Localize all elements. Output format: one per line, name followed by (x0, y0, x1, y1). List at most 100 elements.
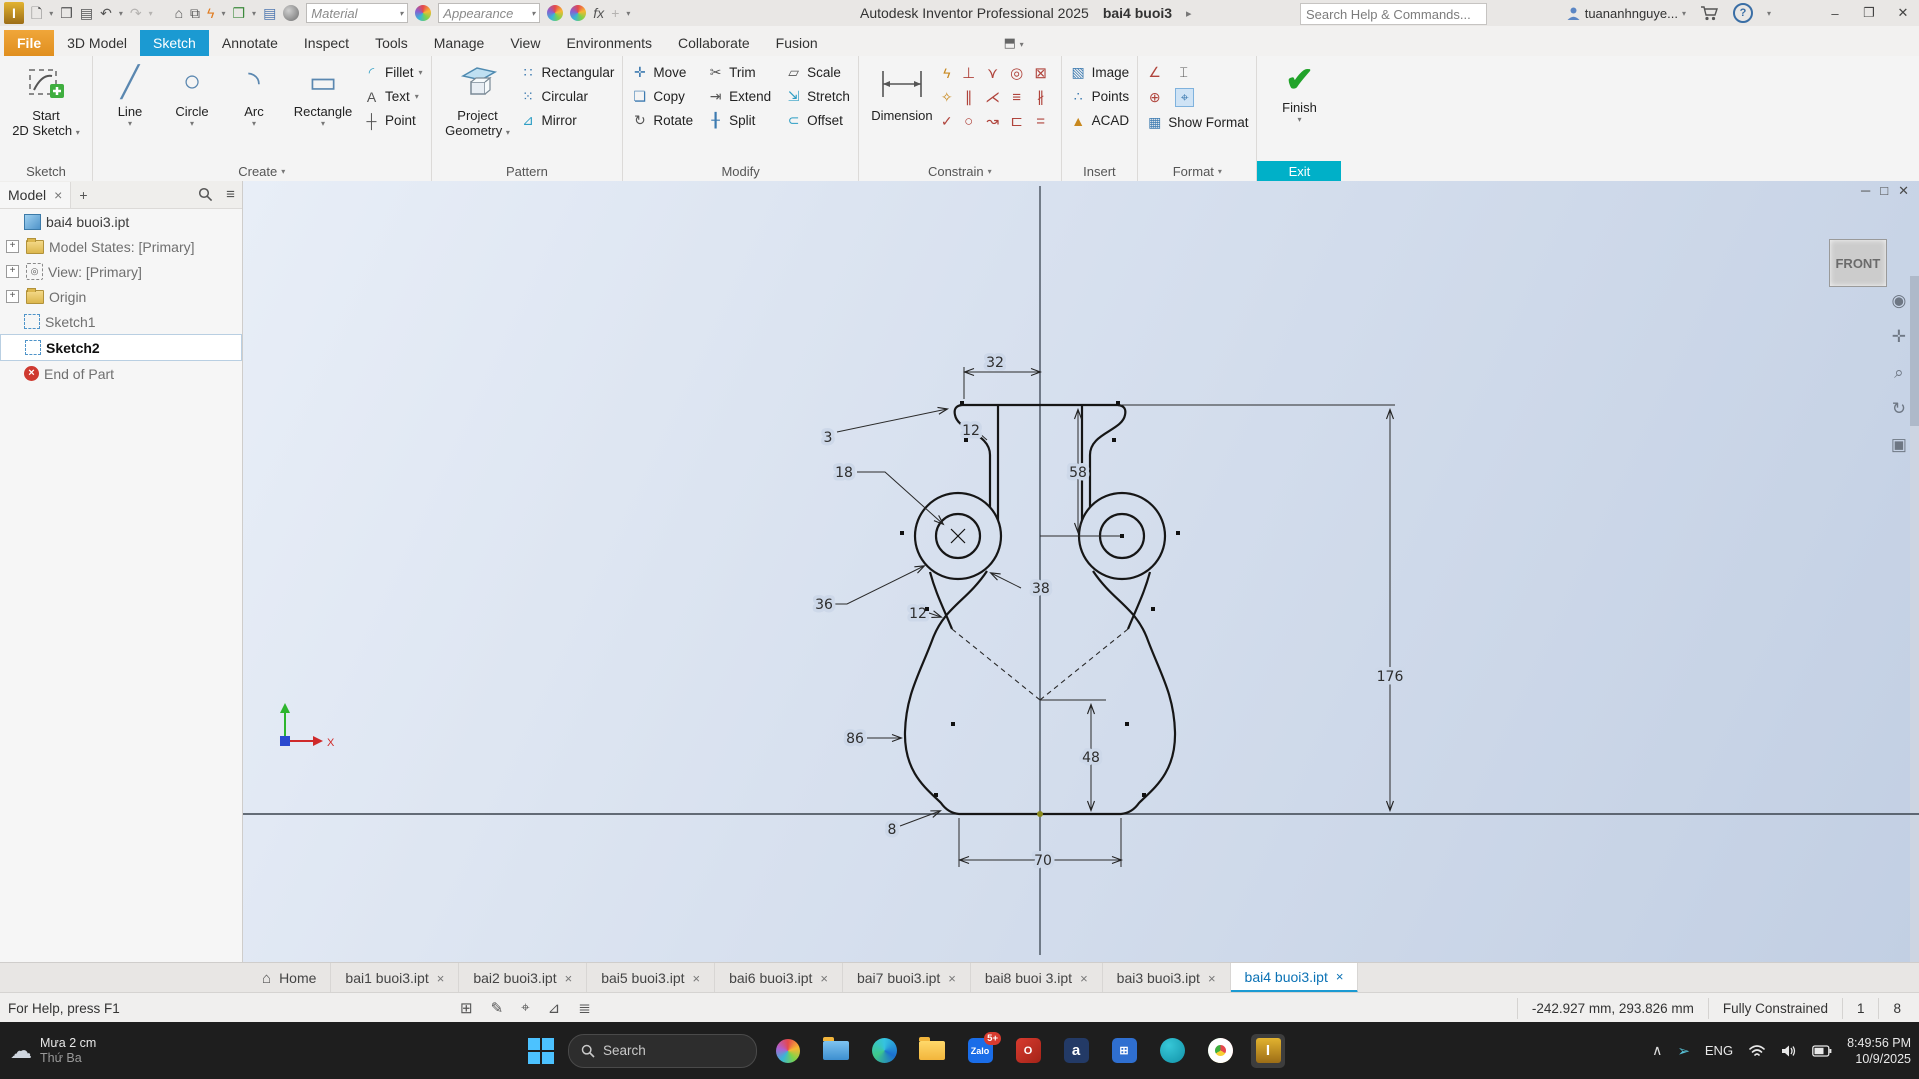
tab-close-icon[interactable]: × (820, 971, 828, 986)
start-button[interactable] (528, 1037, 554, 1064)
close-button[interactable]: ✕ (1893, 5, 1913, 21)
doctab-bai6[interactable]: bai6 buoi3.ipt × (715, 963, 843, 993)
tab-close-icon[interactable]: × (693, 971, 701, 986)
driven-dimension-icon[interactable]: ⌶ (1175, 64, 1192, 81)
circle-tool[interactable]: ○ Circle ▾ (163, 60, 221, 161)
dimension-48[interactable]: 48 (1078, 704, 1103, 810)
concentric-constraint-icon[interactable]: ◎ (1005, 62, 1029, 86)
text-tool[interactable]: A Text ▾ (363, 86, 423, 107)
tab-fusion[interactable]: Fusion (763, 30, 831, 56)
zalo-app-icon[interactable]: Zalo 5+ (963, 1031, 1001, 1068)
browser-item-sketch2[interactable]: Sketch2 (0, 334, 242, 361)
file-explorer-app-icon[interactable] (819, 1034, 853, 1068)
tab-annotate[interactable]: Annotate (209, 30, 291, 56)
constraint-settings-icon[interactable]: ✓ (941, 110, 953, 132)
tab-inspect[interactable]: Inspect (291, 30, 362, 56)
edge-app-icon[interactable] (867, 1034, 901, 1068)
adjust-appearance-icon[interactable] (547, 5, 564, 21)
mirror-tool[interactable]: ⊿ Mirror (520, 110, 615, 131)
slice-graphics-icon[interactable]: ⊿ (548, 999, 561, 1017)
inventor-app-icon[interactable]: I (1251, 1033, 1285, 1068)
collinear-constraint-icon[interactable]: ⋌ (981, 86, 1005, 110)
dimension-display-icon[interactable]: ≣ (578, 999, 591, 1017)
doctab-home[interactable]: ⌂ Home (248, 963, 332, 993)
rotate-tool[interactable]: ↻ Rotate (631, 110, 693, 131)
browser-item-origin[interactable]: + Origin (0, 284, 242, 309)
scale-tool[interactable]: ▱ Scale (785, 62, 850, 83)
switch-windows-icon[interactable]: ⧉ (190, 2, 200, 24)
copy-tool[interactable]: ❏ Copy (631, 86, 693, 107)
dimension-3[interactable]: 3 (820, 409, 946, 450)
panel-label-modify[interactable]: Modify (623, 161, 858, 181)
help-icon[interactable]: ? (1732, 3, 1753, 23)
trim-tool[interactable]: ✂ Trim (707, 62, 771, 83)
cart-icon[interactable] (1700, 5, 1719, 21)
help-caret-icon[interactable]: ▾ (1767, 9, 1771, 18)
clear-appearance-icon[interactable] (570, 5, 587, 21)
rectangle-tool[interactable]: ▭ Rectangle ▾ (287, 60, 359, 161)
tray-chevron-icon[interactable]: ∧ (1652, 1042, 1662, 1059)
home-icon[interactable]: ⌂ (175, 2, 183, 24)
browser-add-tab[interactable]: + (71, 187, 95, 203)
dimension-36[interactable]: 36 (811, 566, 924, 617)
dimension-176[interactable]: 176 (1118, 404, 1407, 810)
doctab-bai5[interactable]: bai5 buoi3.ipt × (587, 963, 716, 993)
auto-dimension-icon[interactable]: ϟ (941, 62, 953, 84)
battery-icon[interactable] (1812, 1044, 1832, 1057)
tab-view[interactable]: View (497, 30, 553, 56)
vertical-constraint-icon[interactable]: ∦ (1029, 86, 1053, 110)
store-app-icon[interactable]: ⊞ (1107, 1034, 1141, 1068)
account-menu[interactable]: tuananhnguye... ▾ (1566, 6, 1686, 21)
horizontal-constraint-icon[interactable]: ≡ (1005, 86, 1029, 110)
show-format-tool[interactable]: ▦ Show Format (1146, 112, 1248, 133)
offset-tool[interactable]: ⊂ Offset (785, 110, 850, 131)
tab-close-icon[interactable]: × (948, 971, 956, 986)
circle-center-cross[interactable] (950, 528, 966, 544)
symmetric-constraint-icon[interactable]: ⊏ (1005, 110, 1029, 134)
doctab-bai4-active[interactable]: bai4 buoi3.ipt × (1230, 963, 1359, 993)
construction-format-icon[interactable]: ∠ (1146, 64, 1163, 81)
smooth-constraint-icon[interactable]: ↝ (981, 110, 1005, 134)
move-tool[interactable]: ✛ Move (631, 62, 693, 83)
tab-3d-model[interactable]: 3D Model (54, 30, 140, 56)
undo-caret-icon[interactable]: ▾ (119, 9, 123, 18)
finish-sketch-button[interactable]: ✔ Finish ▾ (1265, 60, 1333, 161)
parameters-fx-icon[interactable]: fx (593, 2, 604, 24)
tab-manage[interactable]: Manage (421, 30, 498, 56)
browser-item-end-of-part[interactable]: × End of Part (0, 361, 242, 386)
doctab-bai3[interactable]: bai3 buoi3.ipt × (1103, 963, 1231, 993)
chrome-app-icon[interactable] (1203, 1034, 1237, 1068)
rectangular-pattern-tool[interactable]: ∷ Rectangular (520, 62, 615, 83)
tab-environments[interactable]: Environments (553, 30, 665, 56)
browser-item-view[interactable]: + ◎ View: [Primary] (0, 259, 242, 284)
arc-tool[interactable]: ◝ Arc ▾ (225, 60, 283, 161)
show-constraints-icon[interactable]: ✧ (941, 86, 953, 108)
dimension-8[interactable]: 8 (884, 811, 939, 842)
material-combo[interactable]: Material ▾ (306, 3, 409, 23)
browser-search-icon[interactable] (198, 187, 213, 202)
expander-icon[interactable]: + (6, 265, 19, 278)
split-tool[interactable]: ╂ Split (707, 110, 771, 131)
center-point-format-icon[interactable]: ⌖ (1175, 88, 1195, 107)
panel-label-exit[interactable]: Exit (1257, 161, 1342, 181)
title-arrow-icon[interactable]: ▸ (1186, 7, 1192, 20)
dimension-32[interactable]: 32 (964, 352, 1040, 399)
iproperties-icon[interactable]: ϟ (207, 2, 214, 24)
panel-label-pattern[interactable]: Pattern (432, 161, 623, 181)
browser-tab-close-icon[interactable]: × (54, 187, 62, 203)
office-app-icon[interactable]: O (1011, 1034, 1045, 1068)
panel-label-insert[interactable]: Insert (1062, 161, 1138, 181)
panel-label-sketch[interactable]: Sketch (0, 161, 92, 181)
sketch-edit-icon[interactable]: ✎ (491, 999, 504, 1017)
origin-point[interactable] (1036, 811, 1043, 817)
restore-button[interactable]: ❐ (1859, 5, 1879, 21)
doctab-bai1[interactable]: bai1 buoi3.ipt × (331, 963, 460, 993)
redo-caret-icon[interactable]: ▾ (149, 9, 153, 18)
tab-collaborate[interactable]: Collaborate (665, 30, 763, 56)
tangent-constraint-icon[interactable]: ○ (957, 110, 981, 134)
wifi-icon[interactable] (1748, 1044, 1766, 1058)
location-icon[interactable]: ➢ (1677, 1042, 1690, 1060)
folder-app-icon[interactable] (915, 1034, 949, 1068)
open-icon[interactable]: ❒ (60, 2, 73, 24)
taskbar-clock[interactable]: 8:49:56 PM 10/9/2025 (1847, 1035, 1911, 1067)
